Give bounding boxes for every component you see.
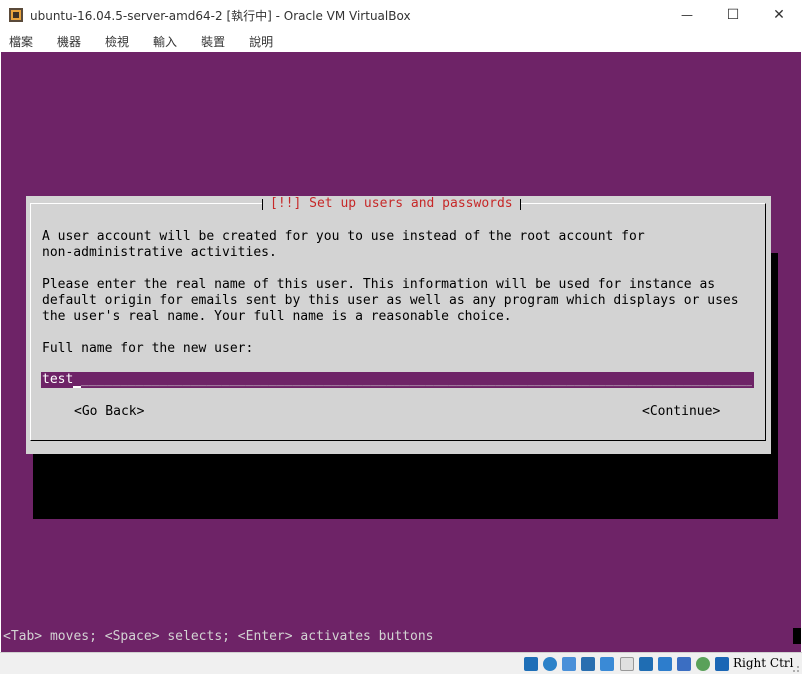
window-titlebar[interactable]: ubuntu-16.04.5-server-amd64-2 [執行中] - Or… xyxy=(0,0,802,30)
console-cursor-block xyxy=(793,628,801,644)
network-icon[interactable] xyxy=(581,657,595,671)
display-icon[interactable] xyxy=(639,657,653,671)
menu-input[interactable]: 輸入 xyxy=(150,33,180,50)
optical-drive-icon[interactable] xyxy=(543,657,557,671)
menu-bar: 檔案 機器 檢視 輸入 裝置 說明 xyxy=(0,30,802,52)
status-bar: Right Ctrl xyxy=(0,652,802,674)
full-name-input[interactable]: test ___________________________________… xyxy=(41,372,754,388)
keyboard-capture-icon[interactable] xyxy=(715,657,729,671)
menu-machine[interactable]: 機器 xyxy=(54,33,84,50)
text-cursor xyxy=(73,374,81,388)
menu-file[interactable]: 檔案 xyxy=(6,33,36,50)
host-key-label: Right Ctrl xyxy=(733,656,794,670)
hard-disk-icon[interactable] xyxy=(524,657,538,671)
window-title: ubuntu-16.04.5-server-amd64-2 [執行中] - Or… xyxy=(30,9,411,23)
vt-x-icon[interactable] xyxy=(677,657,691,671)
info-line-3: the user's real name. Your full name is … xyxy=(42,309,512,324)
audio-icon[interactable] xyxy=(562,657,576,671)
go-back-button[interactable]: <Go Back> xyxy=(74,404,144,420)
info-line-2: default origin for emails sent by this u… xyxy=(42,293,739,308)
dialog-title: [!!] Set up users and passwords xyxy=(262,196,521,212)
installer-dialog: [!!] Set up users and passwords A user a… xyxy=(26,196,771,454)
maximize-icon: ☐ xyxy=(726,7,740,23)
menu-help[interactable]: 說明 xyxy=(246,33,276,50)
close-button[interactable]: ✕ xyxy=(756,0,802,30)
vm-console[interactable]: [!!] Set up users and passwords A user a… xyxy=(1,52,801,652)
keyboard-hint: <Tab> moves; <Space> selects; <Enter> ac… xyxy=(3,629,434,644)
input-underscore-fill: ________________________________________… xyxy=(81,372,752,387)
intro-line-1: A user account will be created for you t… xyxy=(42,229,645,244)
menu-devices[interactable]: 裝置 xyxy=(198,33,228,50)
info-line-1: Please enter the real name of this user.… xyxy=(42,277,716,292)
maximize-button[interactable]: ☐ xyxy=(710,0,756,30)
virtualbox-app-icon xyxy=(9,8,23,22)
resize-grip-icon[interactable] xyxy=(790,663,800,673)
continue-button[interactable]: <Continue> xyxy=(642,404,720,420)
menu-view[interactable]: 檢視 xyxy=(102,33,132,50)
full-name-value: test xyxy=(42,372,74,387)
full-name-label: Full name for the new user: xyxy=(42,341,254,356)
recording-icon[interactable] xyxy=(658,657,672,671)
minimize-icon: — xyxy=(681,8,693,22)
shared-folders-icon[interactable] xyxy=(620,657,634,671)
intro-line-2: non-administrative activities. xyxy=(42,245,277,260)
usb-icon[interactable] xyxy=(600,657,614,671)
minimize-button[interactable]: — xyxy=(664,0,710,30)
close-icon: ✕ xyxy=(773,7,785,23)
mouse-integration-icon[interactable] xyxy=(696,657,710,671)
